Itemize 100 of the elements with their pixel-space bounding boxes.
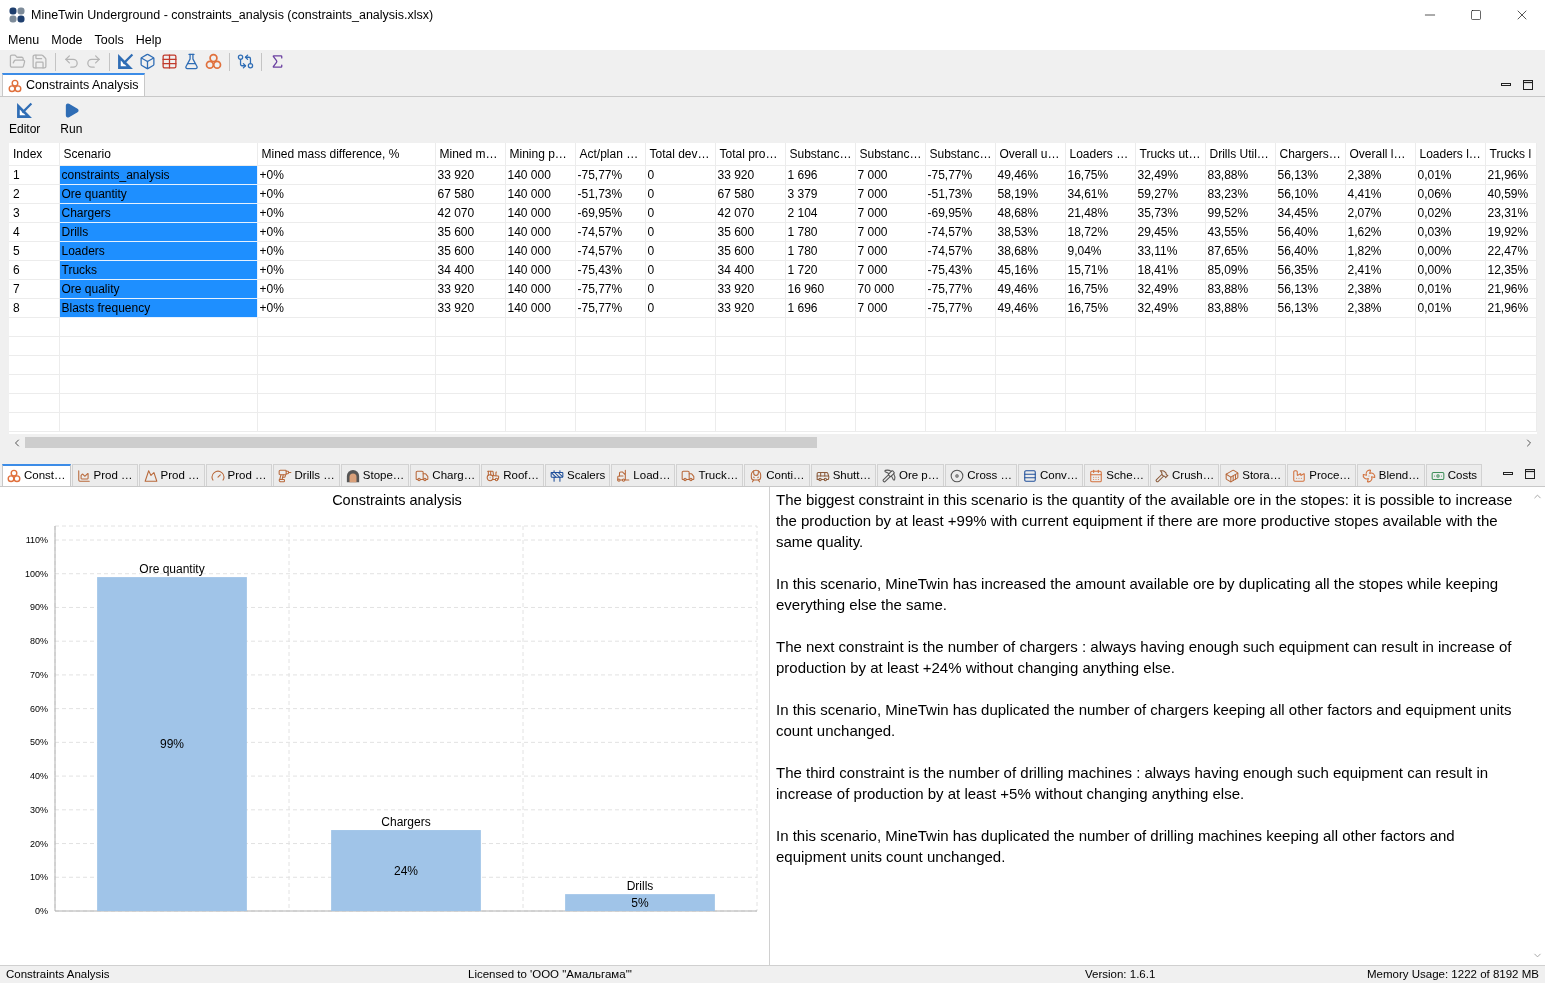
column-header[interactable]: Substanc… (925, 143, 995, 165)
panel-tab[interactable]: Sche… (1084, 464, 1150, 486)
table-cell: 34,61% (1065, 184, 1135, 203)
table-cell: 56,10% (1275, 184, 1345, 203)
compare-arrows-icon[interactable] (237, 53, 254, 70)
pickaxe-icon (882, 468, 896, 483)
panel-tab[interactable]: Conv… (1018, 464, 1084, 486)
maximize-icon[interactable] (1525, 469, 1535, 479)
disc-icon (950, 468, 965, 483)
table-cell: 87,65% (1205, 241, 1275, 260)
panel-tab[interactable]: Conti… (744, 464, 810, 486)
panel-tab[interactable]: Scalers (545, 464, 611, 486)
panel-tab[interactable]: Blend… (1356, 464, 1425, 486)
table-cell: 0,00% (1415, 260, 1485, 279)
table-cell: 33 920 (715, 279, 785, 298)
column-header[interactable]: Total dev… (645, 143, 715, 165)
panel-tab[interactable]: Ore p… (877, 464, 945, 486)
column-header[interactable]: Trucks ut… (1135, 143, 1205, 165)
status-text: Licensed to 'ООО "Амальгама"' (468, 967, 632, 980)
table-cell: 1 720 (785, 260, 855, 279)
panel-tab[interactable]: Shutt… (810, 464, 876, 486)
table-cell: -74,57% (925, 241, 995, 260)
column-header[interactable]: Drills Util… (1205, 143, 1275, 165)
panel-tab[interactable]: Cross … (945, 464, 1017, 486)
table-cell: 49,46% (995, 298, 1065, 317)
table-cell: -75,77% (925, 165, 995, 184)
table-cell: +0% (257, 165, 435, 184)
table-cell: 33 920 (715, 298, 785, 317)
column-header[interactable]: Mined mass difference, % (257, 143, 435, 165)
column-header[interactable]: Overall u… (995, 143, 1065, 165)
table-cell: 140 000 (505, 298, 575, 317)
panel-tab[interactable]: Stope… (340, 464, 410, 486)
table-cell: 7 000 (855, 241, 925, 260)
table-cell: 35,73% (1135, 203, 1205, 222)
column-header[interactable]: Loaders l… (1415, 143, 1485, 165)
table-icon[interactable] (161, 53, 178, 70)
table-cell: 83,88% (1205, 165, 1275, 184)
panel-tab[interactable]: Roof… (481, 464, 544, 486)
table-cell: 21,96% (1485, 298, 1536, 317)
column-header[interactable]: Loaders … (1065, 143, 1135, 165)
table-cell: 12,35% (1485, 260, 1536, 279)
panel-tab[interactable]: Load… (611, 464, 676, 486)
menu-item[interactable]: Tools (88, 30, 130, 50)
column-header[interactable]: Scenario (59, 143, 257, 165)
column-header[interactable]: Trucks l (1485, 143, 1536, 165)
menu-item[interactable]: Help (129, 30, 168, 50)
scrollbar-thumb[interactable] (25, 437, 817, 448)
table-cell: 35 600 (715, 222, 785, 241)
panel-tab[interactable]: Proce… (1287, 464, 1356, 486)
table-cell: 43,55% (1205, 222, 1275, 241)
table-cell: -75,77% (575, 279, 645, 298)
maximize-icon[interactable] (1523, 79, 1533, 90)
table-cell: 0 (645, 222, 715, 241)
column-header[interactable]: Total pro… (715, 143, 785, 165)
column-header[interactable]: Overall l… (1345, 143, 1415, 165)
panel-tab[interactable]: Prod … (71, 464, 138, 486)
table-cell: 35 600 (715, 241, 785, 260)
train-icon (749, 468, 764, 483)
panel-tab[interactable]: Prod … (138, 464, 205, 486)
column-header[interactable]: Mining p… (505, 143, 575, 165)
column-header[interactable]: Mined m… (435, 143, 505, 165)
table-cell: -74,57% (925, 222, 995, 241)
editor-button[interactable]: Editor (8, 101, 42, 136)
barrier-icon (550, 468, 564, 483)
cube-icon[interactable] (139, 53, 156, 70)
table-cell: 59,27% (1135, 184, 1205, 203)
table-cell: 1 696 (785, 298, 855, 317)
panel-tab[interactable]: Costs (1425, 464, 1483, 486)
row-index: 2 (9, 184, 59, 203)
run-button[interactable]: Run (59, 101, 84, 136)
panel-tab[interactable]: Const… (2, 464, 71, 486)
table-cell: 0 (645, 241, 715, 260)
panel-tab[interactable]: Prod … (205, 464, 272, 486)
table-cell: 0,06% (1415, 184, 1485, 203)
table-cell: -69,95% (925, 203, 995, 222)
panel-tab[interactable]: Charg… (410, 464, 481, 486)
three-rings-icon[interactable] (205, 53, 222, 70)
table-cell: 32,49% (1135, 165, 1205, 184)
panel-tab[interactable]: Stora… (1220, 464, 1287, 486)
table-cell: 140 000 (505, 203, 575, 222)
column-header[interactable]: Chargers… (1275, 143, 1345, 165)
status-text: Memory Usage: 1222 of 8192 MB (1367, 967, 1539, 980)
table-cell: 0,01% (1415, 298, 1485, 317)
panel-tab[interactable]: Truck… (676, 464, 744, 486)
column-header[interactable]: Substanc… (785, 143, 855, 165)
table-cell: 2,38% (1345, 298, 1415, 317)
table-cell: 140 000 (505, 222, 575, 241)
document-tab[interactable]: Constraints Analysis (2, 73, 145, 96)
table-cell: 7 000 (855, 165, 925, 184)
window-title: MineTwin Underground - constraints_analysis (constraints_analysis.xlsx) (31, 6, 434, 24)
table-cell: 33 920 (435, 165, 505, 184)
menu-item[interactable]: Menu (2, 30, 46, 50)
column-header[interactable]: Index (9, 143, 59, 165)
column-header[interactable]: Substanc… (855, 143, 925, 165)
menu-item[interactable]: Mode (45, 30, 89, 50)
panel-tab[interactable]: Drills … (272, 464, 340, 486)
column-header[interactable]: Act/plan … (575, 143, 645, 165)
status-text: Constraints Analysis (6, 967, 110, 980)
panel-tab[interactable]: Crush… (1150, 464, 1220, 486)
flask-icon[interactable] (183, 53, 200, 70)
